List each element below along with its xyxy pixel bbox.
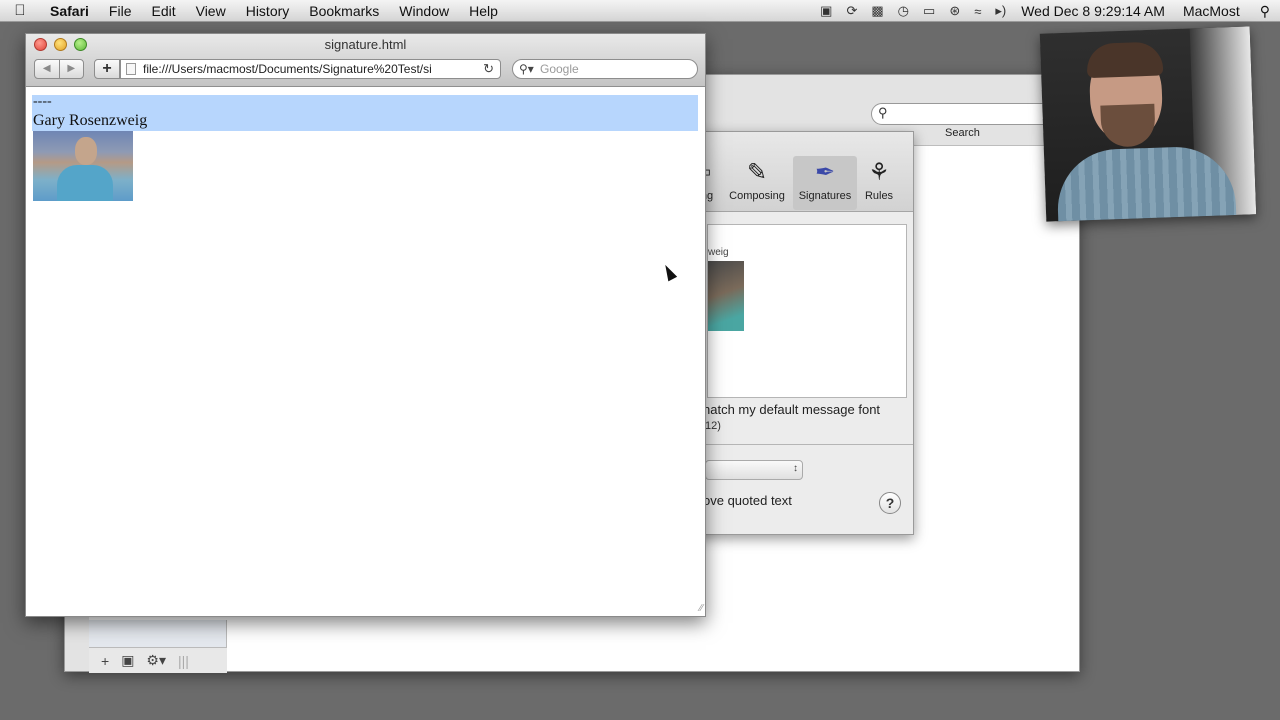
mail-search-input[interactable]: ⚲ bbox=[871, 103, 1061, 125]
font-size-label: 12) bbox=[705, 420, 721, 432]
chevron-updown-icon: ↕ bbox=[793, 463, 798, 474]
signature-separator: ---- bbox=[33, 94, 52, 109]
display-icon[interactable]: ▭ bbox=[916, 3, 942, 19]
presenter-beard bbox=[1100, 103, 1156, 148]
volume-icon[interactable]: ▸) bbox=[988, 3, 1013, 19]
pref-tab-rules-label: Rules bbox=[864, 190, 894, 202]
menu-app-name[interactable]: Safari bbox=[40, 3, 99, 19]
menu-file[interactable]: File bbox=[99, 3, 142, 19]
safari-titlebar: signature.html ◀ ▶ + file:///Users/macmo… bbox=[26, 34, 705, 87]
add-mailbox-icon[interactable]: + bbox=[101, 653, 109, 669]
search-icon: ⚲ bbox=[878, 105, 888, 120]
photo-face bbox=[75, 137, 97, 165]
menu-user[interactable]: MacMost bbox=[1173, 3, 1250, 19]
place-signature-above-quoted-label[interactable]: ove quoted text bbox=[703, 493, 792, 508]
menu-help[interactable]: Help bbox=[459, 3, 508, 19]
pref-tab-signatures[interactable]: ✒ Signatures bbox=[793, 156, 857, 210]
composing-icon: ✎ bbox=[746, 159, 768, 186]
mail-search-label: Search bbox=[945, 127, 980, 139]
gear-icon[interactable]: ⚙▾ bbox=[146, 652, 166, 669]
signature-photo bbox=[33, 131, 133, 201]
add-bookmark-button[interactable]: + bbox=[94, 59, 120, 79]
apple-icon[interactable]:  bbox=[0, 2, 40, 19]
forward-icon[interactable]: ▶ bbox=[60, 60, 84, 78]
rules-icon: ⚘ bbox=[868, 159, 890, 186]
address-text[interactable]: file:///Users/macmost/Documents/Signatur… bbox=[143, 60, 473, 78]
photo-body bbox=[57, 165, 113, 201]
search-placeholder: Google bbox=[540, 62, 579, 76]
pref-tab-composing-label: Composing bbox=[729, 190, 785, 202]
mail-preferences-window: ▫ ng ✎ Composing ✒ Signatures ⚘ Rules we… bbox=[692, 131, 914, 535]
back-forward-buttons: ◀ ▶ bbox=[34, 59, 84, 79]
menu-history[interactable]: History bbox=[236, 3, 300, 19]
search-icon: ⚲▾ bbox=[519, 62, 534, 76]
presenter-shirt bbox=[1055, 145, 1237, 222]
match-font-checkbox-label[interactable]: natch my default message font bbox=[703, 402, 880, 417]
signature-preview-name: weig bbox=[708, 247, 729, 258]
pref-tab-composing[interactable]: ✎ Composing bbox=[725, 158, 789, 202]
search-icon[interactable]: ⚲ bbox=[1250, 3, 1280, 20]
address-bar[interactable]: file:///Users/macmost/Documents/Signatur… bbox=[120, 59, 501, 79]
camera-icon[interactable]: ▩ bbox=[864, 3, 890, 19]
resize-handle-icon[interactable]: ||| bbox=[178, 653, 189, 669]
menu-edit[interactable]: Edit bbox=[141, 3, 185, 19]
window-title: signature.html bbox=[324, 37, 407, 52]
menu-window[interactable]: Window bbox=[389, 3, 459, 19]
choose-signature-popup[interactable]: ↕ bbox=[705, 460, 803, 480]
show-activity-icon[interactable]: ▣ bbox=[121, 652, 134, 669]
webcam-overlay bbox=[1039, 26, 1257, 222]
reload-icon[interactable]: ↻ bbox=[483, 60, 494, 78]
page-icon bbox=[126, 63, 136, 75]
wifi-icon[interactable]: ≈ bbox=[967, 4, 988, 19]
time-machine-icon[interactable]: ◷ bbox=[891, 3, 916, 19]
menu-bar:  Safari File Edit View History Bookmark… bbox=[0, 0, 1280, 22]
signature-preview-photo bbox=[708, 261, 744, 331]
presenter-hair bbox=[1086, 41, 1164, 79]
page-content[interactable]: ---- Gary Rosenzweig ∕∕ bbox=[26, 88, 705, 616]
divider bbox=[693, 444, 913, 445]
resize-grip-icon[interactable]: ∕∕ bbox=[700, 603, 703, 614]
signature-preview: weig bbox=[707, 224, 907, 398]
back-icon[interactable]: ◀ bbox=[35, 60, 60, 78]
menu-clock[interactable]: Wed Dec 8 9:29:14 AM bbox=[1013, 3, 1173, 19]
signatures-icon: ✒ bbox=[814, 159, 836, 186]
menu-view[interactable]: View bbox=[186, 3, 236, 19]
pref-tab-rules[interactable]: ⚘ Rules bbox=[859, 158, 899, 202]
status-app-icon[interactable]: ▣ bbox=[813, 3, 839, 19]
sync-icon[interactable]: ⟳ bbox=[839, 3, 864, 19]
mail-sidebar-toolbar: + ▣ ⚙▾ ||| bbox=[89, 647, 227, 673]
bluetooth-icon[interactable]: ⊛ bbox=[942, 3, 967, 19]
preferences-toolbar: ▫ ng ✎ Composing ✒ Signatures ⚘ Rules bbox=[693, 132, 913, 212]
google-search-input[interactable]: ⚲▾ Google bbox=[512, 59, 698, 79]
signature-name: Gary Rosenzweig bbox=[33, 112, 148, 129]
pref-tab-signatures-label: Signatures bbox=[798, 190, 852, 202]
help-button[interactable]: ? bbox=[879, 492, 901, 514]
safari-window: signature.html ◀ ▶ + file:///Users/macmo… bbox=[25, 33, 706, 617]
menu-bookmarks[interactable]: Bookmarks bbox=[299, 3, 389, 19]
